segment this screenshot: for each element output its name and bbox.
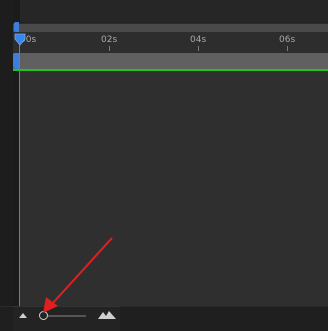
time-navigator-start-handle[interactable]	[14, 22, 19, 32]
zoom-slider-track[interactable]	[48, 315, 86, 317]
time-navigator-bar[interactable]	[13, 23, 328, 32]
ruler-tick-label: 06s	[279, 35, 296, 45]
playhead-line[interactable]	[19, 40, 20, 306]
ruler-tick-label: 02s	[101, 35, 118, 45]
layer-panel-edge	[0, 0, 13, 330]
timeline-header	[0, 0, 328, 22]
ruler-tick-label: 04s	[190, 35, 207, 45]
work-area-bar[interactable]	[13, 53, 328, 69]
ruler-tick	[198, 46, 199, 51]
ruler-tick	[287, 46, 288, 51]
playhead-icon[interactable]	[14, 33, 26, 46]
zoom-out-mountain-icon[interactable]	[18, 311, 28, 319]
zoom-in-mountain-icon[interactable]	[98, 310, 116, 320]
timeline-track-area[interactable]	[20, 71, 328, 306]
zoom-slider-knob[interactable]	[39, 311, 48, 320]
ruler-tick	[109, 46, 110, 51]
